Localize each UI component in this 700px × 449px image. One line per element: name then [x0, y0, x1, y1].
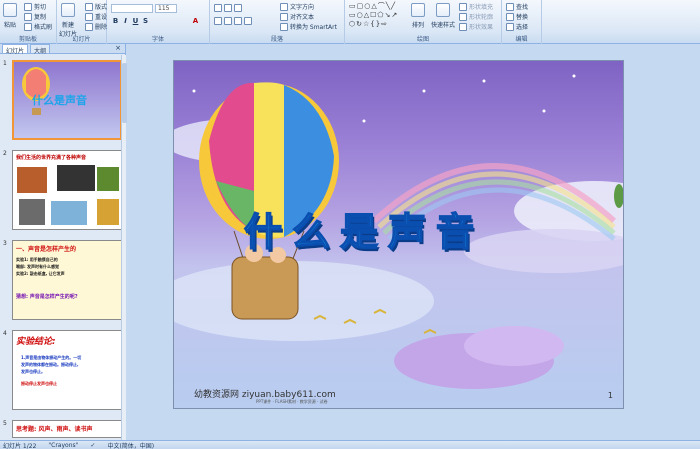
- effects-icon: [459, 22, 467, 31]
- align-right-icon: [234, 17, 242, 25]
- thumb4-title: 实验结论:: [16, 337, 56, 347]
- smartart-button[interactable]: 转换为 SmartArt: [280, 22, 337, 31]
- shadow-button[interactable]: S: [141, 17, 150, 26]
- brush-icon: [24, 22, 32, 31]
- paste-button[interactable]: 粘贴: [3, 3, 17, 29]
- scissors-icon: [24, 2, 32, 11]
- justify-icon: [244, 17, 252, 25]
- layout-button[interactable]: 版式: [85, 2, 107, 11]
- select-icon: [506, 22, 514, 31]
- cut-button[interactable]: 剪切: [24, 2, 46, 11]
- align-buttons[interactable]: [214, 17, 252, 25]
- thumb4-line-2: 发声的物体都在振动。振动停止,: [21, 362, 79, 367]
- underline-button[interactable]: U: [131, 17, 140, 26]
- find-button[interactable]: 查找: [506, 2, 528, 11]
- slide-editing-area: 什么是声音 幼教资源网 ziyuan.baby611.com PPT课件 · F…: [127, 44, 700, 440]
- arrange-icon: [411, 3, 425, 17]
- layout-icon: [85, 2, 93, 11]
- status-bar: 幻灯片 1/22 "Crayons" ✓ 中文(简体，中国): [0, 440, 700, 449]
- smartart-icon: [280, 22, 288, 31]
- fill-icon: [459, 2, 467, 11]
- binoculars-icon: [506, 2, 514, 11]
- slide-watermark-sub: PPT课件 · FLASH素材 · 教学资源 · 试卷: [256, 399, 328, 404]
- slides-group-label: 幻灯片: [72, 36, 91, 43]
- thumb2-title: 我们生活的世界充满了各种声音: [16, 155, 87, 161]
- reset-button[interactable]: 重设: [85, 12, 107, 21]
- drawing-group-label: 绘图: [416, 36, 429, 43]
- status-slide-position: 幻灯片 1/22: [3, 442, 37, 449]
- replace-button[interactable]: 替换: [506, 12, 528, 21]
- bullets-icon: [214, 4, 222, 12]
- thumb3-title: 一、声音是怎样产生的: [16, 246, 77, 253]
- drawing-group: ▭▢○△⌒╲╱ ▭○△☐⬠↘↗ ⬡↻☆{}⇨ 排列 快速样式 形状填充 形状轮廓 形…: [345, 0, 502, 44]
- shapes-gallery[interactable]: ▭▢○△⌒╲╱ ▭○△☐⬠↘↗ ⬡↻☆{}⇨: [349, 2, 409, 32]
- paste-icon: [3, 3, 17, 17]
- font-name-combo[interactable]: [111, 4, 153, 13]
- quick-styles-icon: [436, 3, 450, 17]
- ribbon: 粘贴 剪切 复制 格式刷 剪贴板 新建 幻灯片 版式 重设 删除 幻灯片 115…: [0, 0, 700, 44]
- clipboard-group-label: 剪贴板: [18, 36, 37, 43]
- status-theme: "Crayons": [48, 441, 79, 449]
- bold-button[interactable]: B: [111, 17, 120, 26]
- new-slide-button[interactable]: 新建 幻灯片: [59, 3, 77, 38]
- thumb3-line-4: 猜想: 声音是怎样产生的呢?: [16, 294, 78, 300]
- panel-scrollbar[interactable]: [121, 55, 127, 440]
- reset-icon: [85, 12, 93, 21]
- align-left-icon: [214, 17, 222, 25]
- shape-effects-button[interactable]: 形状效果: [459, 22, 493, 31]
- delete-slide-button[interactable]: 删除: [85, 22, 107, 31]
- shape-outline-button[interactable]: 形状轮廓: [459, 12, 493, 21]
- arrange-button[interactable]: 排列: [411, 3, 425, 29]
- align-text-icon: [280, 12, 288, 21]
- thumb2-art: [17, 165, 119, 225]
- copy-icon: [24, 12, 32, 21]
- text-direction-icon: [280, 2, 288, 11]
- select-button[interactable]: 选择: [506, 22, 528, 31]
- numbering-icon: [224, 4, 232, 12]
- spellcheck-icon[interactable]: ✓: [90, 442, 95, 449]
- thumb4-line-4: 振动停止发声也停止: [21, 381, 57, 386]
- close-icon[interactable]: ×: [115, 44, 121, 52]
- status-language[interactable]: 中文(简体，中国): [107, 441, 154, 449]
- editing-group-label: 编辑: [515, 36, 528, 43]
- paragraph-group: 文字方向 对齐文本 转换为 SmartArt 段落: [210, 0, 345, 44]
- outline-icon: [459, 12, 467, 21]
- paragraph-group-label: 段落: [270, 36, 283, 43]
- copy-button[interactable]: 复制: [24, 12, 46, 21]
- font-size-combo[interactable]: 115: [155, 4, 177, 13]
- panel-tabs: 幻灯片 大纲 ×: [0, 44, 125, 55]
- thumb3-line-1: 实验1: 用手触摸自己的: [16, 257, 58, 262]
- align-text-button[interactable]: 对齐文本: [280, 12, 314, 21]
- slides-panel: 幻灯片 大纲 × 1 什么是声音 2 我们生活的世界充满了各种声音 3 一、声音…: [0, 44, 127, 440]
- slides-group: 新建 幻灯片 版式 重设 删除 幻灯片: [57, 0, 107, 44]
- font-color-button[interactable]: A: [191, 17, 200, 26]
- clipboard-group: 粘贴 剪切 复制 格式刷 剪贴板: [0, 0, 57, 44]
- thumb5-title: 思考题: 风声、雨声、读书声: [16, 426, 93, 433]
- replace-icon: [506, 12, 514, 21]
- thumb3-line-2: 喉部: 发声时有什么感觉: [16, 264, 59, 269]
- format-painter-button[interactable]: 格式刷: [24, 22, 52, 31]
- align-center-icon: [224, 17, 232, 25]
- tab-outline[interactable]: 大纲: [30, 44, 51, 55]
- slide-page-number: 1: [607, 391, 613, 400]
- thumb4-line-1: 1.声音是由物体振动产生的。一切: [21, 355, 82, 360]
- thumb1-title: 什么是声音: [32, 94, 87, 107]
- italic-button[interactable]: I: [121, 17, 130, 26]
- thumb4-line-3: 发声也停止。: [21, 369, 45, 374]
- text-direction-button[interactable]: 文字方向: [280, 2, 314, 11]
- tab-slides[interactable]: 幻灯片: [2, 44, 29, 55]
- font-group: 115 B I U S A 字体: [107, 0, 210, 44]
- editing-group: 查找 替换 选择 编辑: [502, 0, 542, 44]
- shape-fill-button[interactable]: 形状填充: [459, 2, 493, 11]
- thumb3-line-3: 实验2: 敲击纸盒, 让它发声: [16, 271, 65, 276]
- slide-title[interactable]: 什么是声音: [243, 201, 484, 256]
- indent-icon: [234, 4, 242, 12]
- font-group-label: 字体: [151, 36, 164, 43]
- quick-styles-button[interactable]: 快速样式: [431, 3, 455, 29]
- bullets-button[interactable]: [214, 4, 242, 12]
- delete-icon: [85, 22, 93, 31]
- new-slide-icon: [61, 3, 75, 17]
- slide-canvas[interactable]: 什么是声音 幼教资源网 ziyuan.baby611.com PPT课件 · F…: [173, 60, 624, 409]
